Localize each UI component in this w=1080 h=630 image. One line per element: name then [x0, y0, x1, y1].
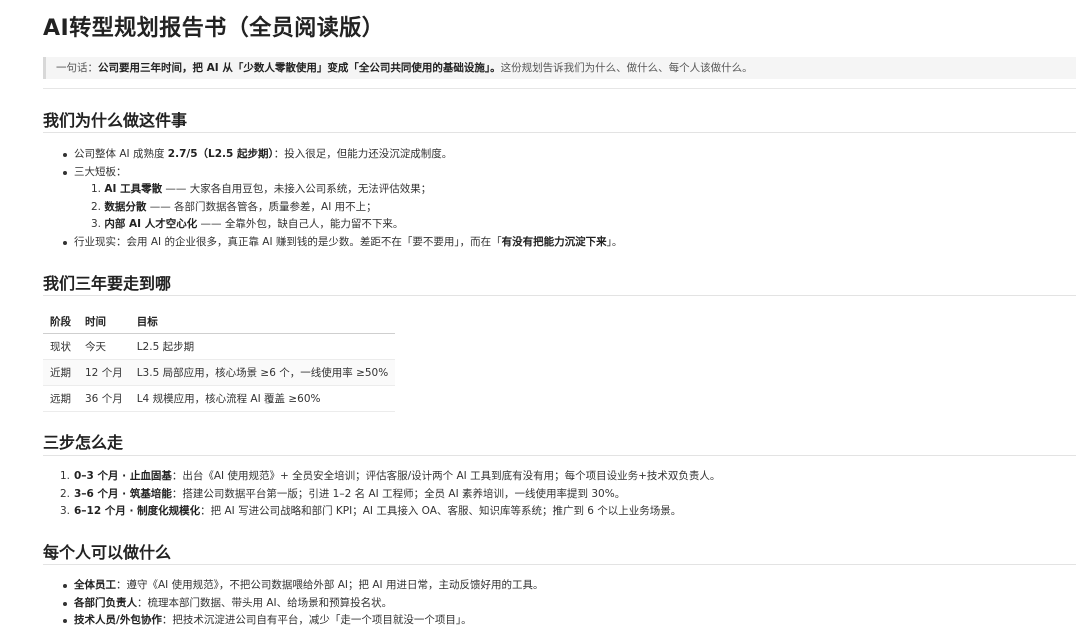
maturity-text: 公司整体 AI 成熟度 — [74, 148, 168, 160]
section-heading-steps: 三步怎么走 — [43, 433, 124, 452]
item-number: 2. — [60, 487, 71, 500]
list-item: 各部门负责人：梳理本部门数据、带头用 AI、给场景和预算投名状。 — [60, 595, 543, 613]
table-row: 远期 36 个月 L4 规模应用，核心流程 AI 覆盖 ≥60% — [43, 385, 396, 412]
step-desc: ：把 AI 写进公司战略和部门 KPI；AI 工具接入 OA、客服、知识库等系统… — [200, 505, 682, 517]
step-title: 0–3 个月 · 止血固基 — [74, 470, 172, 482]
step-title: 6–12 个月 · 制度化规模化 — [74, 505, 201, 517]
section-heading-people: 每个人可以做什么 — [43, 543, 172, 562]
role-desc: ：把技术沉淀进公司自有平台，减少「走一个项目就没一个项目」。 — [161, 614, 472, 626]
goals-table: 阶段 时间 目标 现状 今天 L2.5 起步期 近期 12 个月 L3.5 局部… — [43, 309, 396, 412]
why-list: 公司整体 AI 成熟度 2.7/5（L2.5 起步期）：投入很足，但能力还没沉淀… — [60, 146, 622, 251]
list-item-industry: 行业现实：会用 AI 的企业很多，真正靠 AI 赚到钱的是少数。差距不在「要不要… — [60, 234, 622, 252]
role-name: 全体员工 — [74, 579, 116, 591]
table-cell: 近期 — [43, 359, 78, 386]
list-item: 技术人员/外包协作：把技术沉淀进公司自有平台，减少「走一个项目就没一个项目」。 — [60, 612, 543, 630]
weakness-container: 1. AI 工具零散 —— 大家各自用豆包，未接入公司系统，无法评估效果； 2.… — [60, 181, 622, 234]
step-title: 3–6 个月 · 筑基培能 — [74, 487, 172, 500]
item-number: 3. — [91, 218, 102, 230]
role-desc: ：遵守《AI 使用规范》，不把公司数据喂给外部 AI；把 AI 用进日常，主动反… — [116, 579, 544, 591]
list-item-maturity: 公司整体 AI 成熟度 2.7/5（L2.5 起步期）：投入很足，但能力还没沉淀… — [60, 146, 622, 164]
table-cell: 12 个月 — [78, 359, 130, 386]
maturity-note: ：投入很足，但能力还没沉淀成制度。 — [273, 148, 453, 160]
step-item: 3. 6–12 个月 · 制度化规模化：把 AI 写进公司战略和部门 KPI；AI… — [60, 503, 720, 521]
steps-list: 1. 0–3 个月 · 止血固基：出台《AI 使用规范》+ 全员安全培训；评估客服… — [60, 468, 720, 521]
table-cell: 远期 — [43, 385, 78, 412]
column-header: 目标 — [129, 309, 396, 334]
table-cell: L4 规模应用，核心流程 AI 覆盖 ≥60% — [129, 385, 396, 412]
table-cell: 今天 — [78, 333, 130, 360]
document-page: AI转型规划报告书（全员阅读版） 一句话：公司要用三年时间，把 AI 从「少数人… — [0, 0, 1080, 626]
table-cell: L3.5 局部应用，核心场景 ≥6 个，一线使用率 ≥50% — [129, 359, 396, 386]
weakness-title: AI 工具零散 — [104, 183, 163, 195]
role-desc: ：梳理本部门数据、带头用 AI、给场景和预算投名状。 — [137, 596, 393, 609]
industry-emphasis: 有没有把能力沉淀下来 — [501, 235, 607, 248]
table-row: 现状 今天 L2.5 起步期 — [43, 333, 396, 360]
section-heading-goals: 我们三年要走到哪 — [43, 274, 172, 293]
industry-text: 行业现实：会用 AI 的企业很多，真正靠 AI 赚到钱的是少数。差距不在「要不要… — [74, 235, 502, 248]
column-header: 时间 — [78, 309, 130, 334]
weakness-label: 三大短板： — [74, 165, 127, 178]
weakness-list: 1. AI 工具零散 —— 大家各自用豆包，未接入公司系统，无法评估效果； 2.… — [60, 181, 622, 234]
weakness-item: 2. 数据分散 —— 各部门数据各管各，质量参差，AI 用不上； — [60, 199, 622, 217]
summary-bold: 公司要用三年时间，把 AI 从「少数人零散使用」变成「全公司共同使用的基础设施」… — [98, 62, 501, 74]
step-item: 2. 3–6 个月 · 筑基培能：搭建公司数据平台第一版；引进 1–2 名 AI … — [60, 486, 720, 504]
weakness-title: 数据分散 — [104, 200, 147, 213]
section-rule — [43, 295, 1076, 296]
item-number: 1. — [60, 470, 71, 482]
table-cell: 36 个月 — [78, 385, 130, 412]
section-rule — [43, 132, 1076, 133]
maturity-score: 2.7/5（L2.5 起步期） — [167, 148, 274, 160]
table-row: 近期 12 个月 L3.5 局部应用，核心场景 ≥6 个，一线使用率 ≥50% — [43, 359, 396, 386]
summary-prefix: 一句话： — [56, 62, 98, 74]
weakness-desc: —— 各部门数据各管各，质量参差，AI 用不上； — [146, 200, 377, 213]
list-item: 全体员工：遵守《AI 使用规范》，不把公司数据喂给外部 AI；把 AI 用进日常… — [60, 577, 543, 595]
column-header: 阶段 — [43, 309, 78, 334]
list-item-weaknesses: 三大短板： — [60, 164, 622, 182]
page-title: AI转型规划报告书（全员阅读版） — [43, 16, 385, 41]
section-rule — [43, 564, 1076, 565]
step-desc: ：搭建公司数据平台第一版；引进 1–2 名 AI 工程师；全员 AI 素养培训，… — [171, 487, 626, 500]
section-heading-why: 我们为什么做这件事 — [43, 111, 188, 130]
people-list: 全体员工：遵守《AI 使用规范》，不把公司数据喂给外部 AI；把 AI 用进日常… — [60, 577, 543, 630]
industry-end: 」。 — [606, 235, 623, 248]
item-number: 3. — [60, 505, 71, 517]
table-cell: 现状 — [43, 333, 78, 360]
role-name: 各部门负责人 — [74, 596, 137, 609]
weakness-item: 3. 内部 AI 人才空心化 —— 全靠外包，缺自己人，能力留不下来。 — [60, 216, 622, 234]
summary-rest: 这份规划告诉我们为什么、做什么、每个人该做什么。 — [500, 62, 753, 74]
weakness-item: 1. AI 工具零散 —— 大家各自用豆包，未接入公司系统，无法评估效果； — [60, 181, 622, 199]
table-cell: L2.5 起步期 — [129, 333, 396, 360]
item-number: 2. — [91, 200, 102, 213]
weakness-desc: —— 全靠外包，缺自己人，能力留不下来。 — [197, 218, 404, 230]
weakness-title: 内部 AI 人才空心化 — [104, 218, 198, 230]
table-header-row: 阶段 时间 目标 — [43, 309, 396, 334]
role-name: 技术人员/外包协作 — [74, 614, 162, 626]
step-desc: ：出台《AI 使用规范》+ 全员安全培训；评估客服/设计两个 AI 工具到底有没… — [171, 470, 721, 482]
summary-quote: 一句话：公司要用三年时间，把 AI 从「少数人零散使用」变成「全公司共同使用的基… — [43, 57, 1076, 79]
step-item: 1. 0–3 个月 · 止血固基：出台《AI 使用规范》+ 全员安全培训；评估客服… — [60, 468, 720, 486]
weakness-desc: —— 大家各自用豆包，未接入公司系统，无法评估效果； — [162, 183, 432, 195]
divider — [43, 88, 1076, 89]
section-rule — [43, 455, 1076, 456]
item-number: 1. — [91, 183, 102, 195]
